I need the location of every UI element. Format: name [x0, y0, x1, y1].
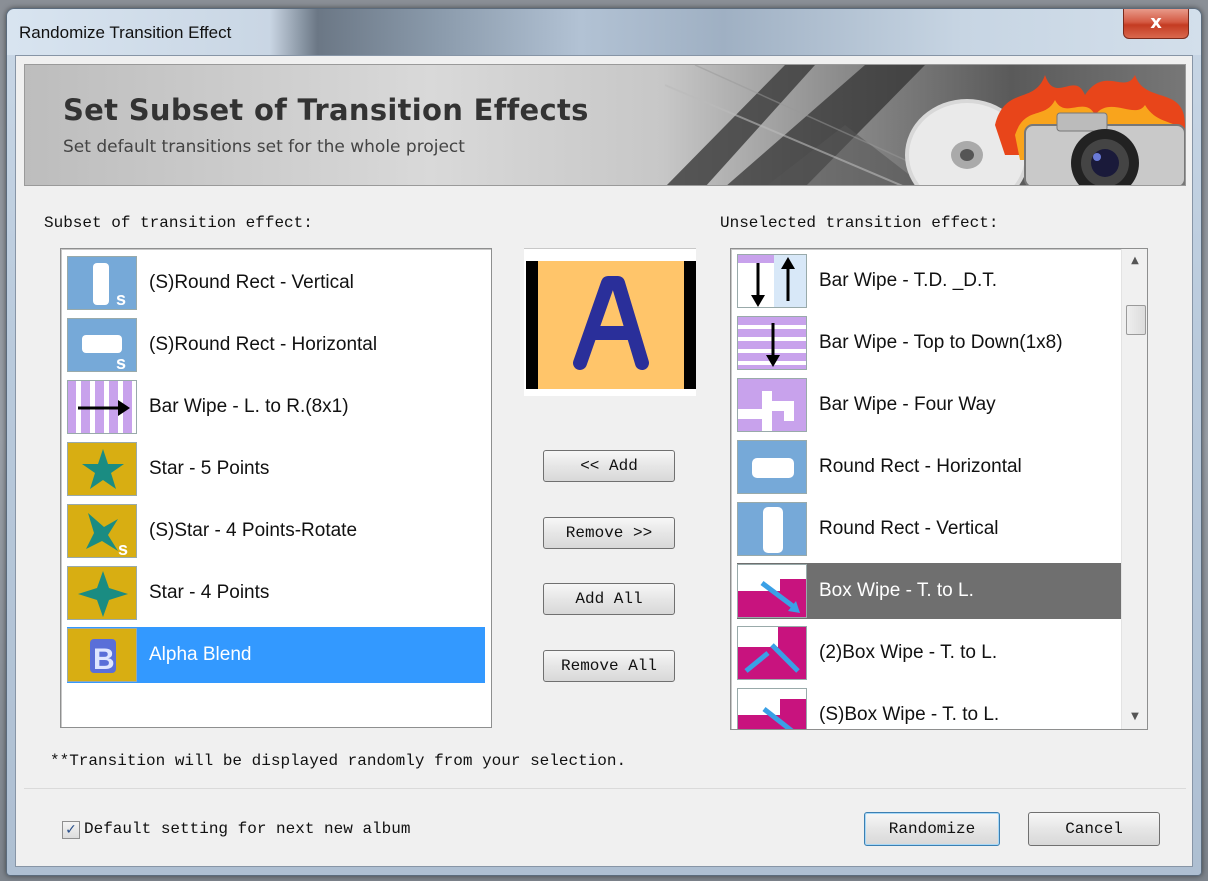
- vertical-scrollbar[interactable]: ▲ ▼: [1121, 249, 1147, 729]
- add-all-button[interactable]: Add All: [543, 583, 675, 615]
- item-label: Bar Wipe - T.D. _D.T.: [819, 270, 998, 291]
- footer-divider: [24, 788, 1186, 789]
- header-banner: Set Subset of Transition Effects Set def…: [24, 64, 1186, 186]
- list-item[interactable]: Star - 5 Points: [67, 441, 485, 497]
- item-label: Round Rect - Horizontal: [819, 456, 1022, 477]
- star-5-points-icon: [67, 442, 137, 496]
- list-item[interactable]: Bar Wipe - Top to Down(1x8): [737, 315, 1147, 371]
- list-item[interactable]: Round Rect - Horizontal: [737, 439, 1147, 495]
- unselected-list-label: Unselected transition effect:: [720, 214, 999, 232]
- window-title: Randomize Transition Effect: [19, 23, 232, 42]
- bar-wipe-arrow-right-icon: [67, 380, 137, 434]
- scroll-up-arrow-icon[interactable]: ▲: [1122, 249, 1147, 273]
- transition-preview: [524, 248, 696, 396]
- box-wipe-icon: [737, 564, 807, 618]
- list-item[interactable]: Star - 4 Points: [67, 565, 485, 621]
- item-label: (2)Box Wipe - T. to L.: [819, 642, 998, 663]
- randomize-button[interactable]: Randomize: [864, 812, 1000, 846]
- dialog-window: Randomize Transition Effect x Set Subset…: [6, 8, 1202, 876]
- round-rect-horizontal-icon: s: [67, 318, 137, 372]
- remove-all-button[interactable]: Remove All: [543, 650, 675, 682]
- star-4-rotate-icon: s: [67, 504, 137, 558]
- cancel-button[interactable]: Cancel: [1028, 812, 1160, 846]
- randomize-note: **Transition will be displayed randomly …: [50, 752, 627, 770]
- list-item-selected[interactable]: Box Wipe - T. to L.: [737, 563, 1123, 619]
- default-setting-checkbox[interactable]: ✓: [62, 821, 80, 839]
- list-item[interactable]: s (S)Round Rect - Horizontal: [67, 317, 485, 373]
- list-item[interactable]: Bar Wipe - Four Way: [737, 377, 1147, 433]
- svg-text:B: B: [93, 643, 115, 676]
- preview-letter-image: [573, 276, 649, 370]
- item-label: (S)Round Rect - Vertical: [149, 272, 354, 293]
- item-label: Bar Wipe - Four Way: [819, 394, 996, 415]
- remove-button[interactable]: Remove >>: [543, 517, 675, 549]
- scrollbar-thumb[interactable]: [1126, 305, 1146, 335]
- subset-list-label: Subset of transition effect:: [44, 214, 313, 232]
- banner-subtitle: Set default transitions set for the whol…: [63, 137, 465, 157]
- item-label: (S)Round Rect - Horizontal: [149, 334, 378, 355]
- item-label: Box Wipe - T. to L.: [819, 580, 974, 601]
- list-item-selected[interactable]: B Alpha Blend: [67, 627, 485, 683]
- item-label: Star - 5 Points: [149, 458, 270, 479]
- bar-wipe-four-way-icon: [737, 378, 807, 432]
- item-label: Round Rect - Vertical: [819, 518, 999, 539]
- box-wipe-2-icon: [737, 626, 807, 680]
- title-bar[interactable]: Randomize Transition Effect x: [7, 9, 1201, 55]
- add-button[interactable]: << Add: [543, 450, 675, 482]
- star-4-points-icon: [67, 566, 137, 620]
- list-item[interactable]: s (S)Star - 4 Points-Rotate: [67, 503, 485, 559]
- list-item[interactable]: Bar Wipe - L. to R.(8x1): [67, 379, 485, 435]
- unselected-effects-list[interactable]: Bar Wipe - T.D. _D.T. Bar Wipe - Top to …: [730, 248, 1148, 730]
- svg-text:s: s: [118, 539, 128, 558]
- box-wipe-s-icon: s: [737, 688, 807, 730]
- banner-title: Set Subset of Transition Effects: [63, 93, 589, 127]
- list-item[interactable]: s (S)Round Rect - Vertical: [67, 255, 485, 311]
- list-item[interactable]: s (S)Box Wipe - T. to L.: [737, 687, 1147, 730]
- item-label: Alpha Blend: [149, 644, 252, 665]
- close-button[interactable]: x: [1123, 9, 1189, 39]
- alpha-blend-icon: B: [67, 628, 137, 682]
- scroll-down-arrow-icon[interactable]: ▼: [1122, 705, 1147, 729]
- round-rect-vertical-icon: s: [67, 256, 137, 310]
- item-label: (S)Box Wipe - T. to L.: [819, 704, 1000, 725]
- item-label: (S)Star - 4 Points-Rotate: [149, 520, 358, 541]
- bar-wipe-up-down-icon: [737, 254, 807, 308]
- item-label: Star - 4 Points: [149, 582, 270, 603]
- list-item[interactable]: (2)Box Wipe - T. to L.: [737, 625, 1147, 681]
- svg-text:s: s: [116, 353, 126, 372]
- list-item[interactable]: Bar Wipe - T.D. _D.T.: [737, 253, 1147, 309]
- svg-text:s: s: [792, 728, 801, 730]
- preview-frame: [538, 261, 684, 389]
- round-rect-horizontal-icon: [737, 440, 807, 494]
- default-setting-label[interactable]: Default setting for next new album: [84, 820, 410, 838]
- banner-artwork-image: [665, 65, 1185, 185]
- list-item[interactable]: Round Rect - Vertical: [737, 501, 1147, 557]
- dialog-client-area: Set Subset of Transition Effects Set def…: [15, 55, 1193, 867]
- svg-text:s: s: [116, 289, 126, 309]
- round-rect-vertical-icon: [737, 502, 807, 556]
- bar-wipe-arrow-down-icon: [737, 316, 807, 370]
- subset-effects-list[interactable]: s (S)Round Rect - Vertical s (S)Round Re…: [60, 248, 492, 728]
- item-label: Bar Wipe - L. to R.(8x1): [149, 396, 349, 417]
- item-label: Bar Wipe - Top to Down(1x8): [819, 332, 1063, 353]
